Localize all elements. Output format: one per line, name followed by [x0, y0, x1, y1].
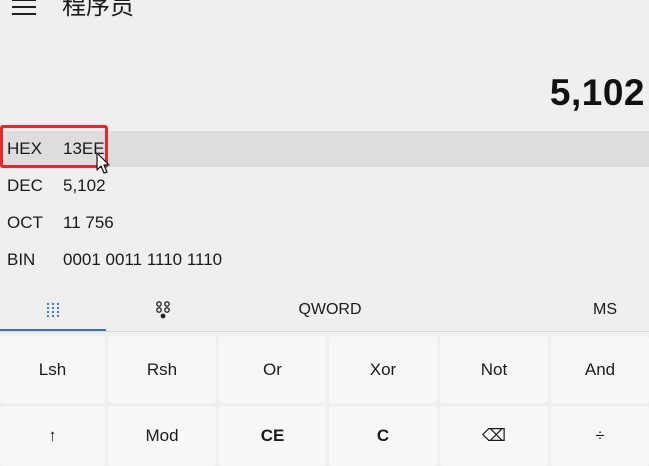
xor-button[interactable]: Xor [329, 336, 437, 403]
or-button[interactable]: Or [219, 336, 326, 403]
keypad-toolbar: QWORD MS [0, 290, 649, 332]
and-button[interactable]: And [551, 336, 649, 403]
keypad: Lsh Rsh Or Xor Not And ↑ Mod CE C ⌫ ÷ [0, 334, 649, 466]
radix-label: BIN [7, 250, 36, 269]
word-size-button[interactable]: QWORD [270, 290, 390, 330]
bit-toggle-tab[interactable] [110, 290, 216, 330]
app-title: 程序员 [62, 0, 134, 20]
radix-label: DEC [7, 176, 43, 195]
dot-grid-icon [46, 302, 60, 318]
toolbar-divider [0, 331, 649, 332]
clear-entry-button[interactable]: CE [219, 406, 326, 466]
backspace-button[interactable]: ⌫ [440, 406, 548, 466]
radix-value: 0001 0011 1110 1110 [63, 250, 223, 269]
result-display: 5,102 [549, 72, 645, 113]
radix-row-oct[interactable]: OCT 11 756 [0, 205, 649, 241]
radix-value: 5,102 [63, 176, 106, 195]
memory-store-button[interactable]: MS [570, 290, 640, 330]
radix-row-bin[interactable]: BIN 0001 0011 1110 1110 [0, 242, 649, 278]
title-bar: 程序员 [0, 0, 649, 26]
shift-up-button[interactable]: ↑ [0, 406, 105, 466]
radix-label: OCT [7, 213, 43, 232]
not-button[interactable]: Not [440, 336, 548, 403]
radix-label: HEX [7, 139, 42, 158]
radix-value: 11 756 [63, 213, 114, 232]
mod-button[interactable]: Mod [108, 406, 216, 466]
lsh-button[interactable]: Lsh [0, 336, 105, 403]
clear-button[interactable]: C [329, 406, 437, 466]
divide-button[interactable]: ÷ [551, 406, 649, 466]
mouse-cursor-icon [96, 152, 110, 174]
hamburger-menu-icon[interactable] [12, 0, 36, 15]
bit-toggle-icon [156, 301, 170, 319]
full-keypad-tab[interactable] [0, 290, 106, 330]
rsh-button[interactable]: Rsh [108, 336, 216, 403]
